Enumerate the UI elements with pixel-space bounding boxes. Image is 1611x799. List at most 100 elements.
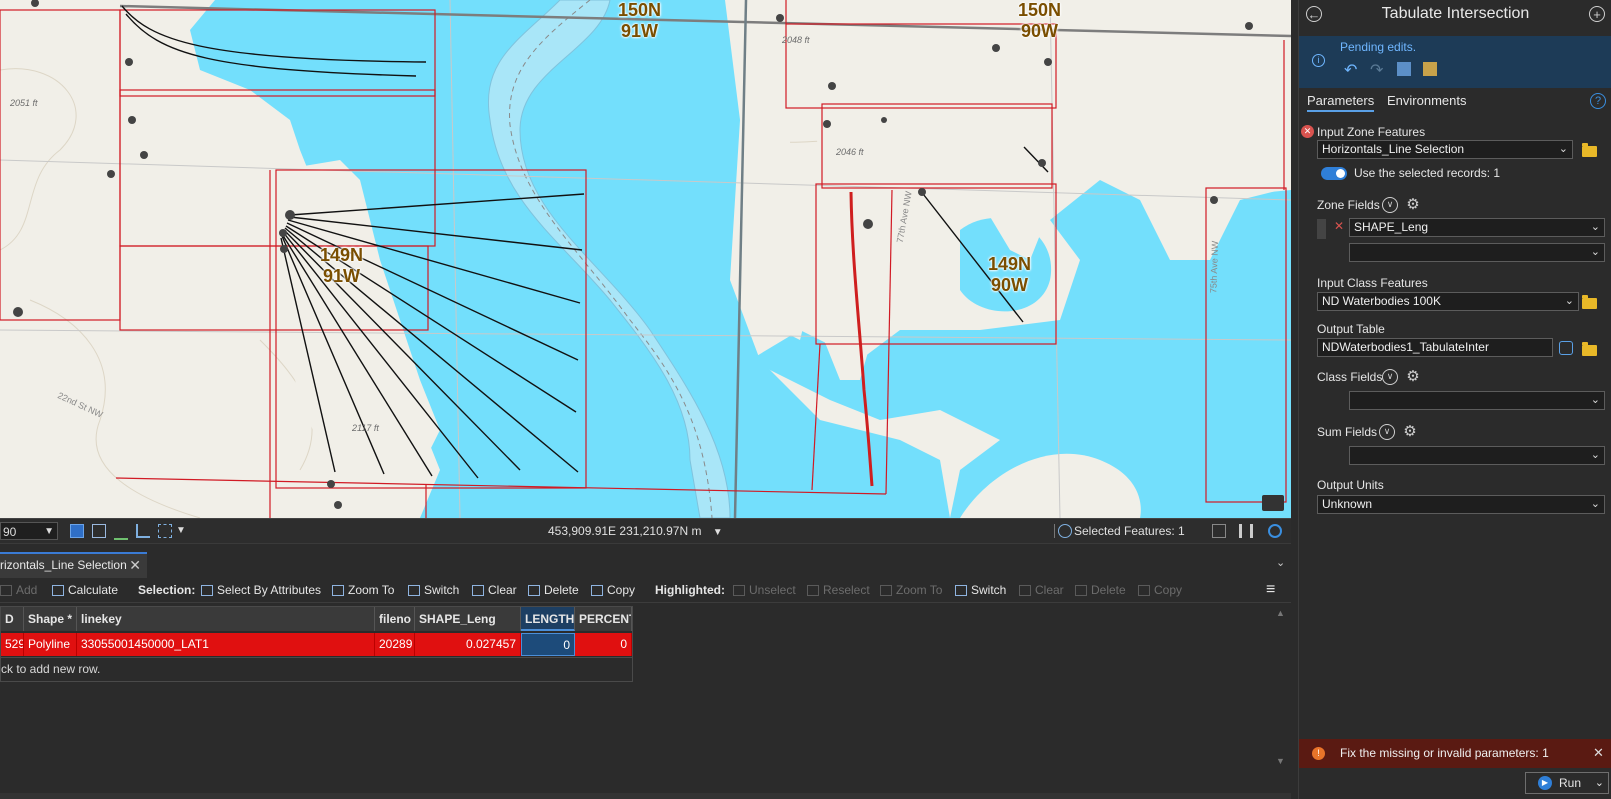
- chevron-down-icon[interactable]: ⌄: [1591, 496, 1600, 513]
- undo-icon[interactable]: ↶: [1344, 60, 1357, 80]
- constraints-icon[interactable]: [114, 524, 128, 540]
- attribute-table-grid[interactable]: D Shape * linekey fileno SHAPE_Leng LENG…: [0, 606, 633, 682]
- folder-icon[interactable]: [1582, 342, 1597, 356]
- add-new-row-hint[interactable]: ck to add new row.: [1, 657, 632, 680]
- zoom-to-button[interactable]: Zoom To: [332, 578, 394, 602]
- chevron-down-icon[interactable]: ⌄: [1591, 219, 1600, 236]
- tab-environments[interactable]: Environments: [1387, 93, 1466, 108]
- menu-icon[interactable]: ≡: [1266, 578, 1275, 602]
- tab-attribute-table[interactable]: rizontals_Line Selection ✕: [0, 552, 147, 578]
- chevron-down-icon[interactable]: ⌄: [1595, 773, 1604, 793]
- input-zone-features-combo[interactable]: Horizontals_Line Selection ⌄: [1317, 140, 1573, 159]
- chevron-down-icon[interactable]: ⌄: [1591, 392, 1600, 409]
- chevron-down-icon[interactable]: ⌄: [1591, 447, 1600, 464]
- reselect-button[interactable]: Reselect: [807, 578, 870, 602]
- scroll-up-icon[interactable]: ▲: [1276, 608, 1286, 618]
- help-icon[interactable]: ?: [1590, 93, 1606, 109]
- folder-icon[interactable]: [1582, 143, 1597, 157]
- redo-icon[interactable]: ↷: [1370, 60, 1383, 80]
- database-icon[interactable]: [1559, 341, 1573, 355]
- switch-button[interactable]: Switch: [408, 578, 459, 602]
- chevron-down-icon[interactable]: ∨: [1382, 197, 1398, 213]
- run-button[interactable]: ▶ Run ⌄: [1525, 772, 1609, 794]
- chevron-down-icon[interactable]: ▼: [713, 527, 723, 538]
- copy-button[interactable]: Copy: [591, 578, 635, 602]
- drag-handle[interactable]: [1317, 219, 1326, 239]
- unselect-button[interactable]: Unselect: [733, 578, 796, 602]
- refresh-icon[interactable]: [1268, 524, 1282, 538]
- gear-icon[interactable]: ⚙: [1405, 369, 1421, 385]
- highlighted-zoom-to-button[interactable]: Zoom To: [880, 578, 942, 602]
- correction-icon[interactable]: [136, 524, 150, 538]
- chevron-down-icon[interactable]: ∨: [1379, 424, 1395, 440]
- save-edits-icon[interactable]: [1397, 62, 1411, 76]
- zone-field-combo[interactable]: SHAPE_Leng ⌄: [1349, 218, 1605, 237]
- add-icon: [0, 585, 12, 596]
- column-header[interactable]: linekey: [77, 607, 375, 631]
- input-class-features-label: Input Class Features: [1317, 276, 1428, 290]
- highlighted-delete-button[interactable]: Delete: [1075, 578, 1126, 602]
- class-field-combo[interactable]: ⌄: [1349, 391, 1605, 410]
- chevron-down-icon[interactable]: ⌄: [1276, 556, 1285, 569]
- clear-button[interactable]: Clear: [472, 578, 517, 602]
- chevron-down-icon[interactable]: ⌄: [1565, 293, 1574, 310]
- table-cell[interactable]: 33055001450000_LAT1: [77, 633, 375, 656]
- table-cell[interactable]: Polyline: [24, 633, 77, 656]
- chevron-down-icon[interactable]: ⌄: [1559, 141, 1568, 158]
- output-units-combo[interactable]: Unknown ⌄: [1317, 495, 1605, 514]
- table-cell[interactable]: 0.027457: [415, 633, 521, 656]
- add-icon[interactable]: +: [1589, 6, 1605, 22]
- dynamic-constraints-icon[interactable]: [158, 524, 172, 538]
- input-class-features-combo[interactable]: ND Waterbodies 100K ⌄: [1317, 292, 1579, 311]
- tab-parameters[interactable]: Parameters: [1307, 93, 1375, 112]
- column-header[interactable]: LENGTH: [521, 607, 575, 631]
- chevron-down-icon[interactable]: ▼: [176, 524, 190, 538]
- column-header[interactable]: fileno: [375, 607, 415, 631]
- gear-icon[interactable]: ⚙: [1402, 424, 1418, 440]
- horizontal-scrollbar[interactable]: [0, 793, 1291, 799]
- zone-field-combo-empty[interactable]: ⌄: [1349, 243, 1605, 262]
- add-button[interactable]: Add: [0, 578, 37, 602]
- chevron-down-icon[interactable]: ▼: [44, 523, 54, 541]
- selected-features-count[interactable]: Selected Features: 1: [1074, 519, 1185, 543]
- close-icon[interactable]: ✕: [129, 554, 141, 576]
- map-canvas[interactable]: [0, 0, 1291, 518]
- highlighted-clear-button[interactable]: Clear: [1019, 578, 1064, 602]
- calculate-button[interactable]: Calculate: [52, 578, 118, 602]
- table-cell[interactable]: 20289: [375, 633, 415, 656]
- sum-fields-label: Sum Fields: [1317, 425, 1378, 439]
- remove-icon[interactable]: ✕: [1334, 219, 1344, 233]
- chevron-down-icon[interactable]: ⌄: [1591, 244, 1600, 261]
- scale-combo[interactable]: 90 ▼: [0, 522, 58, 540]
- close-icon[interactable]: ✕: [1593, 745, 1604, 761]
- scroll-down-icon[interactable]: ▼: [1276, 756, 1285, 766]
- use-selected-label: Use the selected records: 1: [1354, 166, 1501, 180]
- column-header[interactable]: PERCENT: [575, 607, 632, 631]
- column-header[interactable]: D: [1, 607, 24, 631]
- pause-icon[interactable]: [1239, 524, 1253, 538]
- folder-icon[interactable]: [1582, 295, 1597, 309]
- table-cell[interactable]: 0: [575, 633, 632, 656]
- gear-icon[interactable]: ⚙: [1405, 197, 1421, 213]
- column-header[interactable]: SHAPE_Leng: [415, 607, 521, 631]
- map-nav-icon[interactable]: [1262, 495, 1284, 511]
- discard-edits-icon[interactable]: [1423, 62, 1437, 76]
- output-table-input[interactable]: NDWaterbodies1_TabulateInter: [1317, 338, 1553, 357]
- table-tab-bar: rizontals_Line Selection ✕ ⌄: [0, 552, 1291, 579]
- use-selected-toggle[interactable]: [1321, 167, 1347, 180]
- highlighted-copy-button[interactable]: Copy: [1138, 578, 1182, 602]
- column-header[interactable]: Shape *: [24, 607, 77, 631]
- sum-field-combo[interactable]: ⌄: [1349, 446, 1605, 465]
- select-by-attributes-button[interactable]: Select By Attributes: [201, 578, 321, 602]
- table-cell[interactable]: 529: [1, 633, 24, 656]
- map-view[interactable]: 150N 91W 150N 90W 149N 91W 149N 90W 2051…: [0, 0, 1291, 518]
- table-scrollbar[interactable]: ▲ ▼: [1276, 608, 1286, 766]
- delete-button[interactable]: Delete: [528, 578, 579, 602]
- table-cell[interactable]: 0: [521, 633, 575, 656]
- township-label-line: 91W: [323, 266, 361, 286]
- snapping-icon[interactable]: [70, 524, 84, 538]
- chevron-down-icon[interactable]: ∨: [1382, 369, 1398, 385]
- refresh-icon[interactable]: [1212, 524, 1226, 538]
- grid-icon[interactable]: [92, 524, 106, 538]
- highlighted-switch-button[interactable]: Switch: [955, 578, 1006, 602]
